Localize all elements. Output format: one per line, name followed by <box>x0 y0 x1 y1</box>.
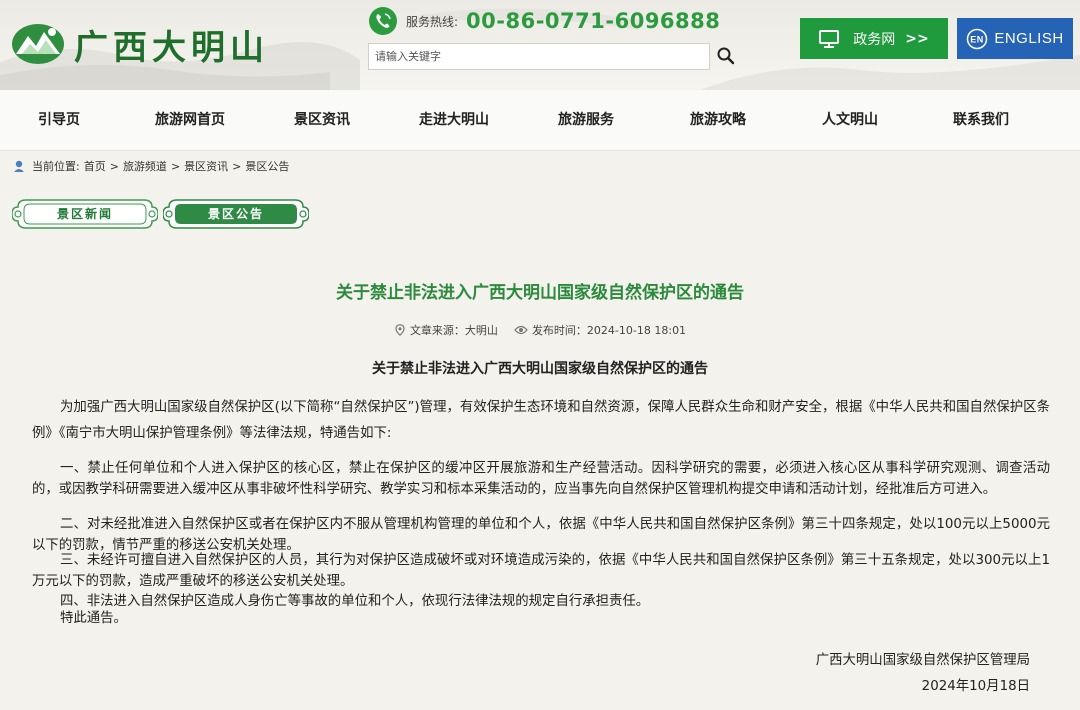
article-clause-1: 一、禁止任何单位和个人进入保护区的核心区，禁止在保护区的缓冲区开展旅游和生产经营… <box>32 461 1050 497</box>
nav-item-guides[interactable]: 旅游攻略 <box>690 90 746 150</box>
article-intro: 为加强广西大明山国家级自然保护区(以下简称“自然保护区”)管理，有效保护生态环境… <box>32 400 1050 441</box>
breadcrumb-current[interactable]: 景区公告 <box>245 158 289 174</box>
article-closing: 特此通告。 <box>60 611 127 626</box>
phone-icon <box>369 7 397 35</box>
gov-portal-button[interactable]: 政务网 >> <box>800 18 948 59</box>
main-nav: 引导页 旅游网首页 景区资讯 走进大明山 旅游服务 旅游攻略 人文明山 联系我们 <box>0 90 1080 151</box>
search-icon[interactable] <box>716 46 736 66</box>
article-time-text: 发布时间：2024-10-18 18:01 <box>531 324 687 337</box>
service-hotline: 服务热线: 00-86-0771-6096888 <box>368 6 720 36</box>
article-time: 发布时间：2024-10-18 18:01 <box>514 322 686 338</box>
site-header: 广西大明山 服务热线: 00-86-0771-6096888 政务网 >> EN… <box>0 0 1080 90</box>
tab-scenic-news[interactable]: 景区新闻 <box>12 196 158 232</box>
nav-item-contact[interactable]: 联系我们 <box>953 90 1009 150</box>
nav-item-home[interactable]: 旅游网首页 <box>155 90 225 150</box>
article-source: 文章来源：大明山 <box>394 322 498 338</box>
hotline-number: 00-86-0771-6096888 <box>466 9 721 33</box>
nav-item-culture[interactable]: 人文明山 <box>822 90 878 150</box>
breadcrumb-separator: > <box>170 159 181 173</box>
mountain-logo-icon <box>12 24 64 64</box>
nav-item-guide[interactable]: 引导页 <box>38 90 80 150</box>
article-clause-3: 三、未经许可擅自进入自然保护区的人员，其行为对保护区造成破坏或对环境造成污染的，… <box>32 553 1050 589</box>
english-badge-text: EN <box>971 34 985 44</box>
search-input[interactable] <box>369 44 709 69</box>
english-globe-icon: EN <box>967 28 988 49</box>
signature-date: 2024年10月18日 <box>921 679 1030 694</box>
breadcrumb-separator: > <box>109 159 119 173</box>
article-meta: 文章来源：大明山 发布时间：2024-10-18 18:01 <box>0 322 1080 338</box>
article-subtitle: 关于禁止非法进入广西大明山国家级自然保护区的通告 <box>372 361 708 377</box>
location-person-icon <box>14 160 24 172</box>
search-box <box>368 43 710 70</box>
site-logo[interactable]: 广西大明山 <box>8 18 308 68</box>
logo-text: 广西大明山 <box>74 28 269 68</box>
nav-item-services[interactable]: 旅游服务 <box>558 90 614 150</box>
breadcrumb: 当前位置: 首页 > 旅游频道 > 景区资讯 > 景区公告 <box>12 157 289 175</box>
nav-item-news[interactable]: 景区资讯 <box>294 90 350 150</box>
monitor-icon <box>819 29 840 48</box>
breadcrumb-label: 当前位置: <box>32 160 80 173</box>
breadcrumb-separator: > <box>232 159 242 173</box>
article-title: 关于禁止非法进入广西大明山国家级自然保护区的通告 <box>336 283 744 303</box>
breadcrumb-news[interactable]: 景区资讯 <box>184 158 228 174</box>
location-pin-icon <box>395 324 405 336</box>
signature-organization: 广西大明山国家级自然保护区管理局 <box>815 653 1030 668</box>
eye-icon <box>514 325 528 335</box>
gov-portal-arrows: >> <box>905 30 929 47</box>
article-source-text: 文章来源：大明山 <box>409 324 498 337</box>
english-button[interactable]: EN ENGLISH <box>957 18 1073 59</box>
english-label: ENGLISH <box>994 30 1064 47</box>
gov-portal-label: 政务网 <box>853 31 896 48</box>
breadcrumb-channel[interactable]: 旅游频道 <box>123 158 167 174</box>
breadcrumb-home[interactable]: 首页 <box>84 158 106 174</box>
tab-scenic-notice[interactable]: 景区公告 <box>163 196 309 232</box>
tab-scenic-notice-label: 景区公告 <box>207 207 264 221</box>
nav-item-about[interactable]: 走进大明山 <box>419 90 489 150</box>
tab-scenic-news-label: 景区新闻 <box>56 207 113 221</box>
hotline-label: 服务热线: <box>406 14 459 29</box>
